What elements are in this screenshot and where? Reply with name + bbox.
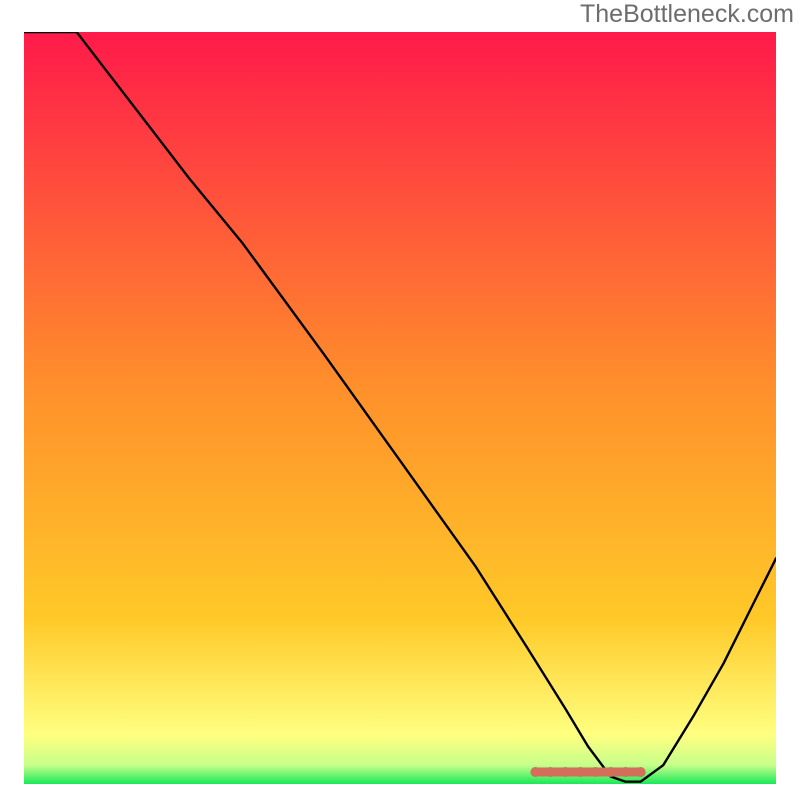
optimal-marker-dot xyxy=(591,767,601,777)
optimal-marker-dot xyxy=(606,767,616,777)
optimal-marker-group xyxy=(530,767,645,777)
optimal-marker-dot xyxy=(576,767,586,777)
plot-area xyxy=(24,32,776,784)
optimal-marker-dot xyxy=(545,767,555,777)
optimal-marker-dot xyxy=(636,767,646,777)
optimal-marker-dot xyxy=(621,767,631,777)
optimal-marker-dot xyxy=(530,767,540,777)
gradient-background xyxy=(24,32,776,784)
optimal-marker-dot xyxy=(560,767,570,777)
watermark-label: TheBottleneck.com xyxy=(580,0,794,29)
chart-svg xyxy=(24,32,776,784)
chart-canvas: TheBottleneck.com xyxy=(0,0,800,800)
